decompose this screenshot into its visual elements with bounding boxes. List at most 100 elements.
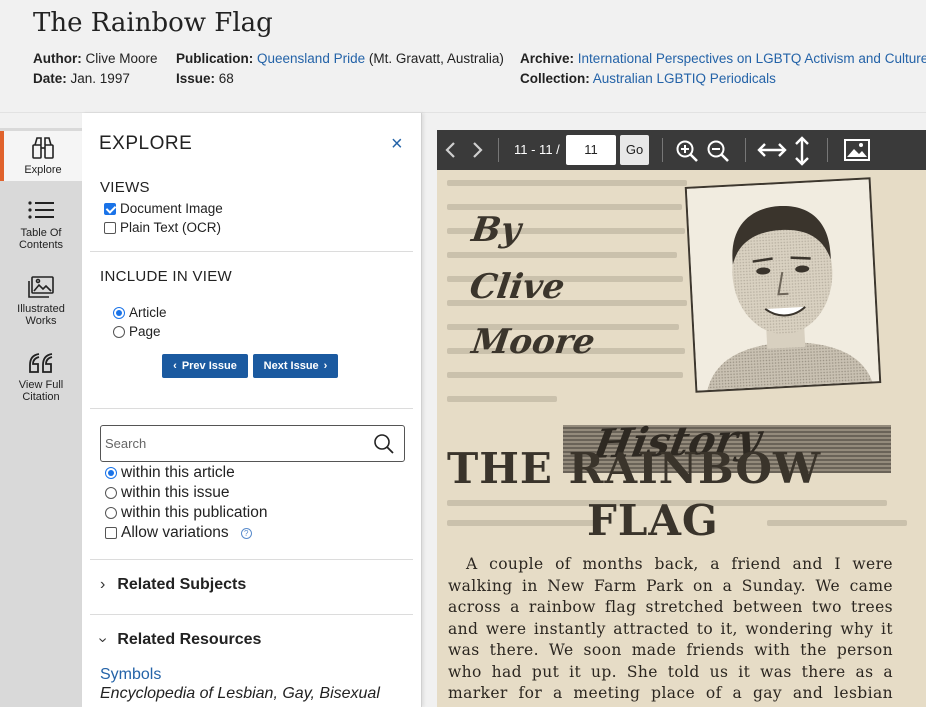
toolbar-separator (827, 138, 828, 162)
rail-illustrated-label-1: Illustrated (17, 303, 65, 315)
view-plain-text-label: Plain Text (OCR) (120, 220, 222, 235)
allow-variations-label: Allow variations (121, 524, 229, 541)
bleed-through-text (447, 180, 687, 186)
rail-item-table-of-contents[interactable]: Table Of Contents (0, 199, 82, 251)
collection-meta: Collection: Australian LGBTIQ Periodical… (520, 71, 776, 86)
divider (90, 251, 413, 252)
date-value: Jan. 1997 (70, 71, 130, 86)
resource-symbols-link[interactable]: Symbols (100, 666, 161, 684)
issue-meta: Issue: 68 (176, 71, 234, 86)
viewer-toolbar: 11 - 11 / 11 Go (437, 130, 926, 170)
bleed-through-text (767, 520, 907, 526)
scope-issue-radio[interactable]: within this issue (105, 484, 230, 502)
zoom-in-icon[interactable] (675, 139, 699, 163)
checkbox-checked-icon (104, 202, 116, 215)
image-icon[interactable] (843, 138, 871, 162)
headline-line-2: FLAG (587, 496, 719, 545)
chevron-right-icon: › (100, 576, 106, 593)
next-page-icon[interactable] (470, 141, 484, 159)
images-icon (28, 276, 54, 298)
collection-link[interactable]: Australian LGBTIQ Periodicals (593, 71, 776, 86)
page-number-input[interactable]: 11 (566, 135, 616, 165)
rail-explore-label: Explore (24, 164, 62, 176)
article-paragraph: A couple of months back, a friend and I … (448, 555, 893, 707)
rail-item-explore[interactable]: Explore (0, 131, 82, 181)
list-icon (28, 201, 54, 219)
bleed-through-text (447, 252, 677, 258)
byline-last-name: Moore (469, 322, 598, 362)
next-issue-button[interactable]: Next Issue › (253, 354, 338, 378)
include-in-view-label: INCLUDE IN VIEW (100, 268, 233, 285)
view-document-image-label: Document Image (120, 201, 223, 216)
view-document-image-checkbox[interactable]: Document Image (104, 201, 223, 216)
headline-line-1: THE RAINBOW (447, 444, 822, 493)
include-page-radio[interactable]: Page (113, 324, 161, 339)
chevron-down-icon: › (94, 637, 112, 643)
search-placeholder: Search (105, 436, 147, 451)
checkbox-icon (104, 221, 116, 234)
help-icon[interactable]: ? (240, 527, 252, 539)
publication-label: Publication: (176, 51, 254, 66)
toolbar-separator (498, 138, 499, 162)
search-input[interactable]: Search (100, 425, 405, 462)
rail-citation-label-1: View Full (18, 379, 64, 391)
page-range: 11 - 11 / (514, 142, 560, 157)
next-issue-label: Next Issue (263, 360, 319, 372)
scope-article-radio[interactable]: within this article (105, 464, 235, 482)
explore-title: EXPLORE (99, 133, 193, 154)
date-meta: Date: Jan. 1997 (33, 71, 130, 86)
portrait-illustration (686, 179, 880, 391)
close-icon[interactable]: × (391, 133, 403, 156)
include-page-label: Page (129, 324, 161, 339)
related-subjects-toggle[interactable]: › Related Subjects (100, 576, 246, 594)
include-article-radio[interactable]: Article (113, 305, 167, 320)
scope-publication-label: within this publication (121, 504, 268, 521)
prev-issue-label: Prev Issue (181, 360, 237, 372)
issue-label: Issue: (176, 71, 216, 86)
related-subjects-label: Related Subjects (117, 576, 247, 593)
previous-page-icon[interactable] (444, 141, 458, 159)
related-resources-label: Related Resources (117, 631, 262, 648)
include-article-label: Article (129, 305, 167, 320)
rail-item-view-full-citation[interactable]: View Full Citation (0, 351, 82, 403)
rail-item-illustrated-works[interactable]: Illustrated Works (0, 275, 82, 327)
related-resources-toggle[interactable]: › Related Resources (95, 631, 262, 649)
publication-link[interactable]: Queensland Pride (257, 51, 365, 66)
bleed-through-text (447, 520, 597, 526)
chevron-left-icon: ‹ (173, 360, 177, 372)
go-button[interactable]: Go (620, 135, 649, 165)
fit-width-icon[interactable] (757, 142, 787, 158)
date-label: Date: (33, 71, 67, 86)
search-icon[interactable] (373, 433, 395, 455)
document-image[interactable]: By Clive Moore History THE RAINBOW FLAG … (437, 170, 926, 707)
radio-checked-icon (105, 467, 117, 479)
byline-first-name: Clive (467, 267, 568, 307)
radio-icon (105, 487, 117, 499)
author-label: Author: (33, 51, 82, 66)
fit-height-icon[interactable] (794, 136, 810, 166)
divider (90, 614, 413, 615)
scope-article-label: within this article (121, 464, 235, 481)
collection-label: Collection: (520, 71, 590, 86)
radio-icon (105, 507, 117, 519)
prev-issue-button[interactable]: ‹ Prev Issue (162, 354, 248, 378)
zoom-out-icon[interactable] (706, 139, 730, 163)
scope-publication-radio[interactable]: within this publication (105, 504, 267, 522)
archive-link[interactable]: International Perspectives on LGBTQ Acti… (578, 51, 926, 66)
view-plain-text-checkbox[interactable]: Plain Text (OCR) (104, 220, 221, 235)
radio-checked-icon (113, 306, 125, 319)
explore-panel: EXPLORE × VIEWS Document Image Plain Tex… (82, 113, 422, 707)
publication-place: (Mt. Gravatt, Australia) (368, 51, 504, 66)
author-meta: Author: Clive Moore (33, 51, 158, 66)
quote-icon (29, 353, 53, 373)
byline-by: By (469, 210, 524, 250)
allow-variations-checkbox[interactable]: Allow variations ? (105, 524, 252, 542)
archive-label: Archive: (520, 51, 575, 66)
views-label: VIEWS (100, 179, 150, 196)
author-photo (684, 177, 882, 393)
item-header: The Rainbow Flag Author: Clive Moore Dat… (0, 0, 926, 113)
scope-issue-label: within this issue (121, 484, 230, 501)
bleed-through-text (447, 396, 557, 402)
rail-illustrated-label-2: Works (25, 315, 57, 327)
author-value: Clive Moore (85, 51, 158, 66)
